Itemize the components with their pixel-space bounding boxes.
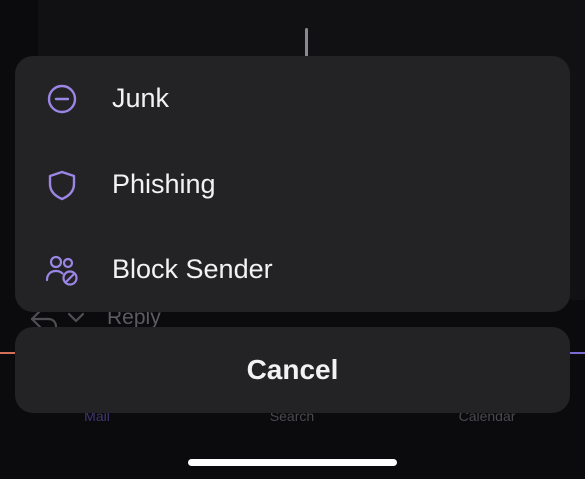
junk-label: Junk — [112, 83, 170, 113]
phishing-label: Phishing — [112, 169, 216, 199]
scroll-indicator — [305, 28, 308, 58]
minus-circle-icon — [47, 84, 77, 114]
cancel-button[interactable]: Cancel — [15, 327, 570, 413]
action-sheet: Junk Phishing Block Sender — [15, 56, 570, 312]
screen: Reply Mail Search Calendar Junk Phishing — [0, 0, 585, 479]
block-sender-label: Block Sender — [112, 254, 273, 284]
block-user-icon — [45, 255, 78, 286]
home-indicator[interactable] — [188, 459, 397, 466]
cancel-label: Cancel — [246, 354, 339, 385]
junk-option[interactable]: Junk — [15, 56, 570, 142]
phishing-option[interactable]: Phishing — [15, 142, 570, 228]
shield-icon — [48, 170, 76, 201]
block-sender-option[interactable]: Block Sender — [15, 227, 570, 313]
accent-line-right — [568, 352, 585, 354]
